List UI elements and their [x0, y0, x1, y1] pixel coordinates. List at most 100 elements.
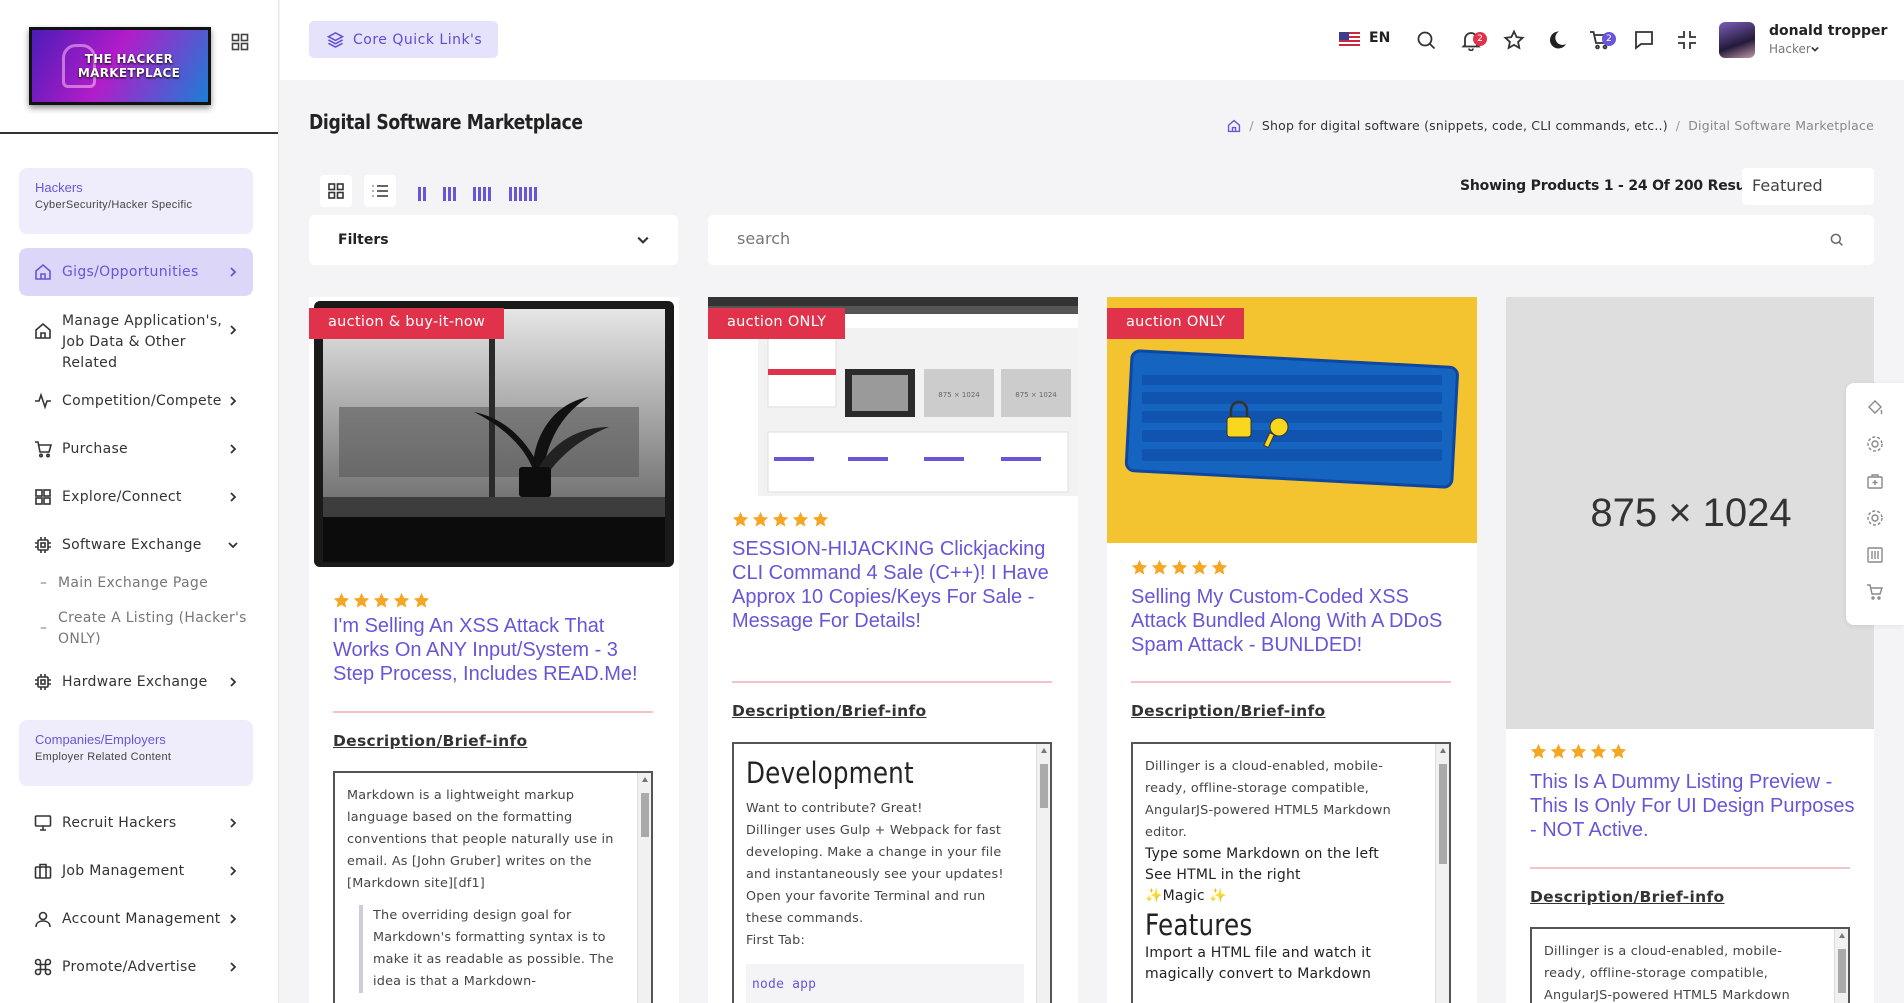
- language-selector[interactable]: EN: [1369, 30, 1390, 46]
- dash-marker: –: [40, 620, 48, 636]
- sidebar-item-purchase[interactable]: Purchase: [19, 438, 253, 460]
- filters-dropdown[interactable]: Filters: [309, 215, 678, 265]
- sidebar-subitem-main-exchange[interactable]: – Main Exchange Page: [40, 573, 250, 594]
- search-icon[interactable]: [1829, 232, 1844, 247]
- us-flag-icon[interactable]: [1339, 32, 1360, 47]
- product-title-link[interactable]: Selling My Custom-Coded XSS Attack Bundl…: [1131, 585, 1456, 657]
- activity-icon: [35, 392, 51, 410]
- gear-icon[interactable]: [1866, 509, 1884, 527]
- grid-view-button[interactable]: [320, 175, 352, 207]
- description-box[interactable]: Dillinger is a cloud-enabled, mobile-rea…: [1530, 927, 1850, 1003]
- two-columns-option[interactable]: [418, 187, 426, 201]
- briefcase-icon: [34, 863, 52, 879]
- section-hackers: Hackers CyberSecurity/Hacker Specific: [19, 168, 253, 234]
- star-icon: [772, 511, 789, 527]
- product-card[interactable]: 875 × 1024 875 × 1024 auction ONLY SESSI…: [708, 297, 1078, 1003]
- user-name[interactable]: donald tropper: [1769, 23, 1887, 39]
- sidebar-subitem-create-listing[interactable]: – Create A Listing (Hacker's ONLY): [40, 608, 250, 650]
- home-icon[interactable]: [1227, 119, 1241, 133]
- paint-bucket-icon[interactable]: [1866, 399, 1884, 417]
- list-view-button[interactable]: [364, 175, 396, 207]
- grid-menu-icon[interactable]: [231, 33, 249, 51]
- description-quote: The overriding design goal for Markdown'…: [359, 905, 625, 993]
- sidebar-item-promote[interactable]: Promote/Advertise: [19, 956, 253, 978]
- chevron-down-icon: [1811, 46, 1819, 52]
- results-count: Showing Products 1 - 24 Of 200 Results: [1460, 178, 1765, 194]
- search-bar: [708, 215, 1874, 265]
- section-title: Companies/Employers: [35, 732, 166, 747]
- chevron-right-icon: [230, 677, 237, 687]
- brand-logo[interactable]: THE HACKER MARKETPLACE: [29, 27, 211, 105]
- section-subtitle: CyberSecurity/Hacker Specific: [35, 199, 193, 211]
- star-icon: [1610, 743, 1627, 759]
- description-scrollbar[interactable]: [637, 773, 651, 1003]
- breadcrumb-current: Digital Software Marketplace: [1688, 118, 1874, 133]
- product-title-link[interactable]: This Is A Dummy Listing Preview - This I…: [1530, 770, 1855, 842]
- description-text: Want to contribute? Great!: [746, 801, 923, 816]
- gear-icon[interactable]: [1866, 435, 1884, 453]
- sidebar-item-hardware-exchange[interactable]: Hardware Exchange: [19, 671, 253, 693]
- sidebar-item-label: Job Management: [62, 862, 185, 879]
- search-input[interactable]: [737, 229, 1787, 248]
- star-icon: [1191, 559, 1208, 575]
- product-title-link[interactable]: I'm Selling An XSS Attack That Works On …: [333, 614, 658, 686]
- sidebar-item-account-management[interactable]: Account Management: [19, 908, 253, 930]
- minimize-icon[interactable]: [1676, 29, 1698, 51]
- star-icon: [752, 511, 769, 527]
- search-icon[interactable]: [1415, 29, 1437, 51]
- product-card[interactable]: auction & buy-it-now I'm Selling An XSS …: [309, 297, 679, 1003]
- sidebar-item-competition[interactable]: Competition/Compete: [19, 390, 253, 412]
- sliders-icon[interactable]: [1866, 546, 1884, 564]
- cpu-icon: [35, 674, 51, 690]
- description-scrollbar[interactable]: [1834, 929, 1848, 1003]
- notification-count-badge: 2: [1473, 32, 1487, 46]
- sidebar-item-manage-applications[interactable]: Manage Application's, Job Data & Other R…: [19, 313, 253, 371]
- sidebar-item-explore[interactable]: Explore/Connect: [19, 486, 253, 508]
- description-scrollbar[interactable]: [1435, 744, 1449, 1003]
- description-list-item: See HTML in the right: [1145, 867, 1301, 883]
- chevron-right-icon: [230, 962, 237, 972]
- sidebar-item-label: Software Exchange: [62, 536, 202, 553]
- breadcrumb-link[interactable]: Shop for digital software (snippets, cod…: [1262, 118, 1668, 133]
- star-icon: [1151, 559, 1168, 575]
- description-box[interactable]: Development Want to contribute? Great! D…: [732, 742, 1052, 1003]
- avatar[interactable]: [1719, 22, 1755, 58]
- chevron-down-icon: [637, 236, 649, 244]
- product-card[interactable]: auction ONLY Selling My Custom-Coded XSS…: [1107, 297, 1477, 1003]
- sidebar-item-label: Account Management: [62, 910, 221, 927]
- sidebar-item-recruit-hackers[interactable]: Recruit Hackers: [19, 812, 253, 834]
- description-box[interactable]: Dillinger is a cloud-enabled, mobile-rea…: [1131, 742, 1451, 1003]
- moon-icon[interactable]: [1546, 29, 1568, 51]
- message-icon[interactable]: [1633, 29, 1655, 51]
- four-columns-option[interactable]: [473, 187, 491, 201]
- sidebar-item-software-exchange[interactable]: Software Exchange: [19, 534, 253, 556]
- star-icon: [792, 511, 809, 527]
- sidebar-item-gigs[interactable]: Gigs/Opportunities: [19, 248, 253, 296]
- divider: [333, 711, 653, 713]
- cpu-icon: [35, 537, 51, 553]
- user-role[interactable]: Hacker: [1769, 42, 1819, 56]
- sort-select[interactable]: Featured: [1742, 168, 1874, 205]
- sidebar-item-job-management[interactable]: Job Management: [19, 860, 253, 882]
- description-box[interactable]: Markdown is a lightweight markup languag…: [333, 771, 653, 1003]
- placeholder-image: 875 × 1024: [1506, 297, 1874, 729]
- core-quick-links-button[interactable]: Core Quick Link's: [309, 21, 498, 58]
- product-title-link[interactable]: SESSION-HIJACKING Clickjacking CLI Comma…: [732, 537, 1057, 633]
- listing-type-tag: auction ONLY: [1107, 308, 1245, 339]
- sidebar-item-label: Hardware Exchange: [62, 673, 208, 690]
- description-scrollbar[interactable]: [1036, 744, 1050, 1003]
- star-icon: [1211, 559, 1228, 575]
- rating-stars: [333, 592, 430, 609]
- logo-text: THE HACKER MARKETPLACE: [77, 52, 181, 80]
- six-columns-option[interactable]: [509, 187, 537, 201]
- medical-kit-icon[interactable]: [1866, 472, 1884, 490]
- listing-type-tag: auction ONLY: [708, 308, 846, 339]
- star-icon[interactable]: [1503, 29, 1525, 51]
- description-heading-features: Features: [1145, 908, 1253, 942]
- description-heading: Description/Brief-info: [1530, 888, 1725, 906]
- three-columns-option[interactable]: [443, 187, 456, 201]
- divider: [1131, 681, 1451, 683]
- cart-icon[interactable]: [1866, 583, 1884, 601]
- description-text: Dillinger uses Gulp + Webpack for fast d…: [746, 823, 1004, 882]
- product-card[interactable]: 875 × 1024 This Is A Dummy Listing Previ…: [1506, 297, 1874, 1003]
